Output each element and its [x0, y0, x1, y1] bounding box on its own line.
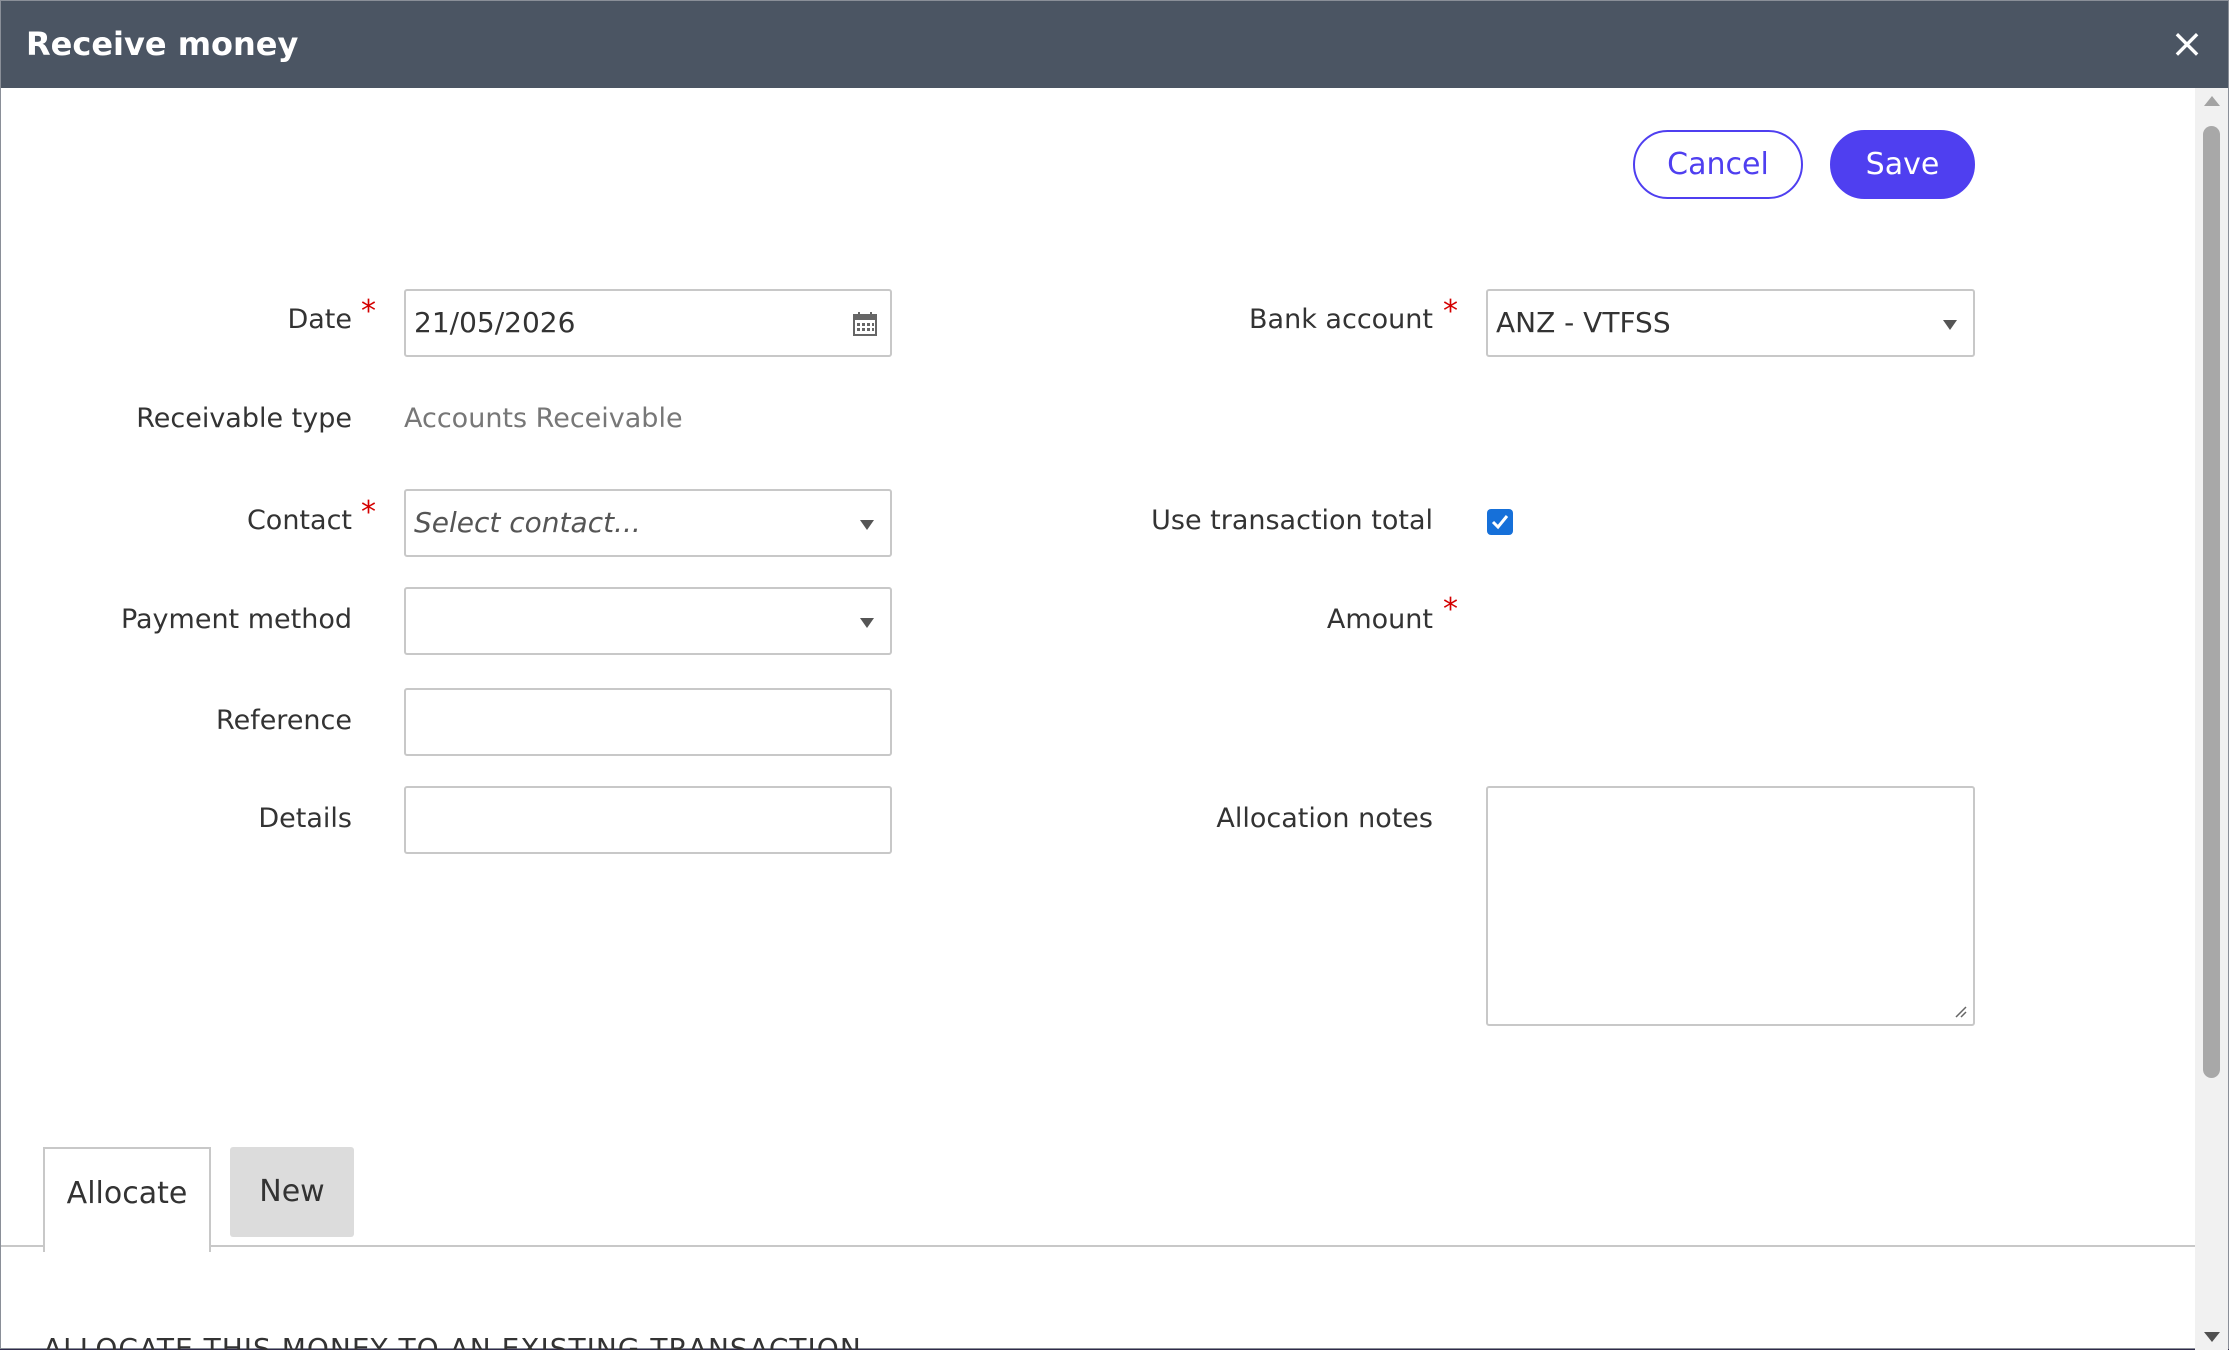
dialog-scrollbar[interactable]	[2195, 88, 2228, 1350]
dialog-body: Cancel Save Date * 21/05/2026 Bank accou…	[1, 88, 2197, 1350]
payment-method-select[interactable]	[404, 587, 892, 655]
date-value: 21/05/2026	[414, 306, 576, 339]
allocation-notes-textarea[interactable]	[1486, 786, 1975, 1026]
save-button[interactable]: Save	[1830, 130, 1975, 199]
contact-required-marker: *	[361, 495, 376, 530]
contact-select[interactable]: Select contact...	[404, 489, 892, 557]
bank-account-required-marker: *	[1443, 294, 1458, 329]
payment-method-label: Payment method	[120, 604, 352, 635]
allocate-section-heading: ALLOCATE THIS MONEY TO AN EXISTING TRANS…	[43, 1332, 862, 1350]
details-input[interactable]	[404, 786, 892, 854]
amount-label: Amount	[1326, 604, 1433, 635]
reference-label: Reference	[216, 705, 352, 736]
date-required-marker: *	[361, 294, 376, 329]
calendar-icon[interactable]	[852, 311, 878, 337]
receivable-type-label: Receivable type	[136, 403, 352, 434]
chevron-down-icon	[860, 618, 874, 628]
receive-money-dialog: Receive money × Cancel Save Date * 21/05…	[0, 0, 2229, 1350]
dialog-title: Receive money	[26, 25, 299, 63]
date-label: Date	[287, 304, 352, 335]
contact-label: Contact	[246, 505, 352, 536]
bank-account-value: ANZ - VTFSS	[1496, 306, 1671, 339]
dialog-titlebar: Receive money ×	[1, 1, 2228, 88]
allocation-notes-label: Allocation notes	[1216, 803, 1433, 834]
amount-required-marker: *	[1443, 592, 1458, 627]
chevron-down-icon	[860, 520, 874, 530]
details-label: Details	[258, 803, 352, 834]
checkmark-icon	[1491, 515, 1509, 530]
close-icon[interactable]: ×	[2168, 23, 2206, 65]
bank-account-label: Bank account	[1249, 304, 1433, 335]
contact-placeholder: Select contact...	[414, 506, 641, 539]
chevron-down-icon	[1943, 320, 1957, 330]
receivable-type-value: Accounts Receivable	[404, 403, 683, 434]
scrollbar-thumb[interactable]	[2203, 126, 2220, 1078]
use-transaction-total-label: Use transaction total	[1151, 505, 1433, 536]
date-field[interactable]: 21/05/2026	[404, 289, 892, 357]
tab-allocate[interactable]: Allocate	[43, 1147, 211, 1252]
use-transaction-total-checkbox[interactable]	[1487, 509, 1513, 535]
scroll-up-icon[interactable]	[2204, 96, 2220, 106]
tabs-divider	[1, 1245, 2197, 1247]
reference-input[interactable]	[404, 688, 892, 756]
resize-handle-icon[interactable]	[1953, 1004, 1967, 1018]
scroll-down-icon[interactable]	[2204, 1332, 2220, 1342]
cancel-button[interactable]: Cancel	[1633, 130, 1803, 199]
bank-account-select[interactable]: ANZ - VTFSS	[1486, 289, 1975, 357]
tab-new[interactable]: New	[230, 1147, 354, 1237]
